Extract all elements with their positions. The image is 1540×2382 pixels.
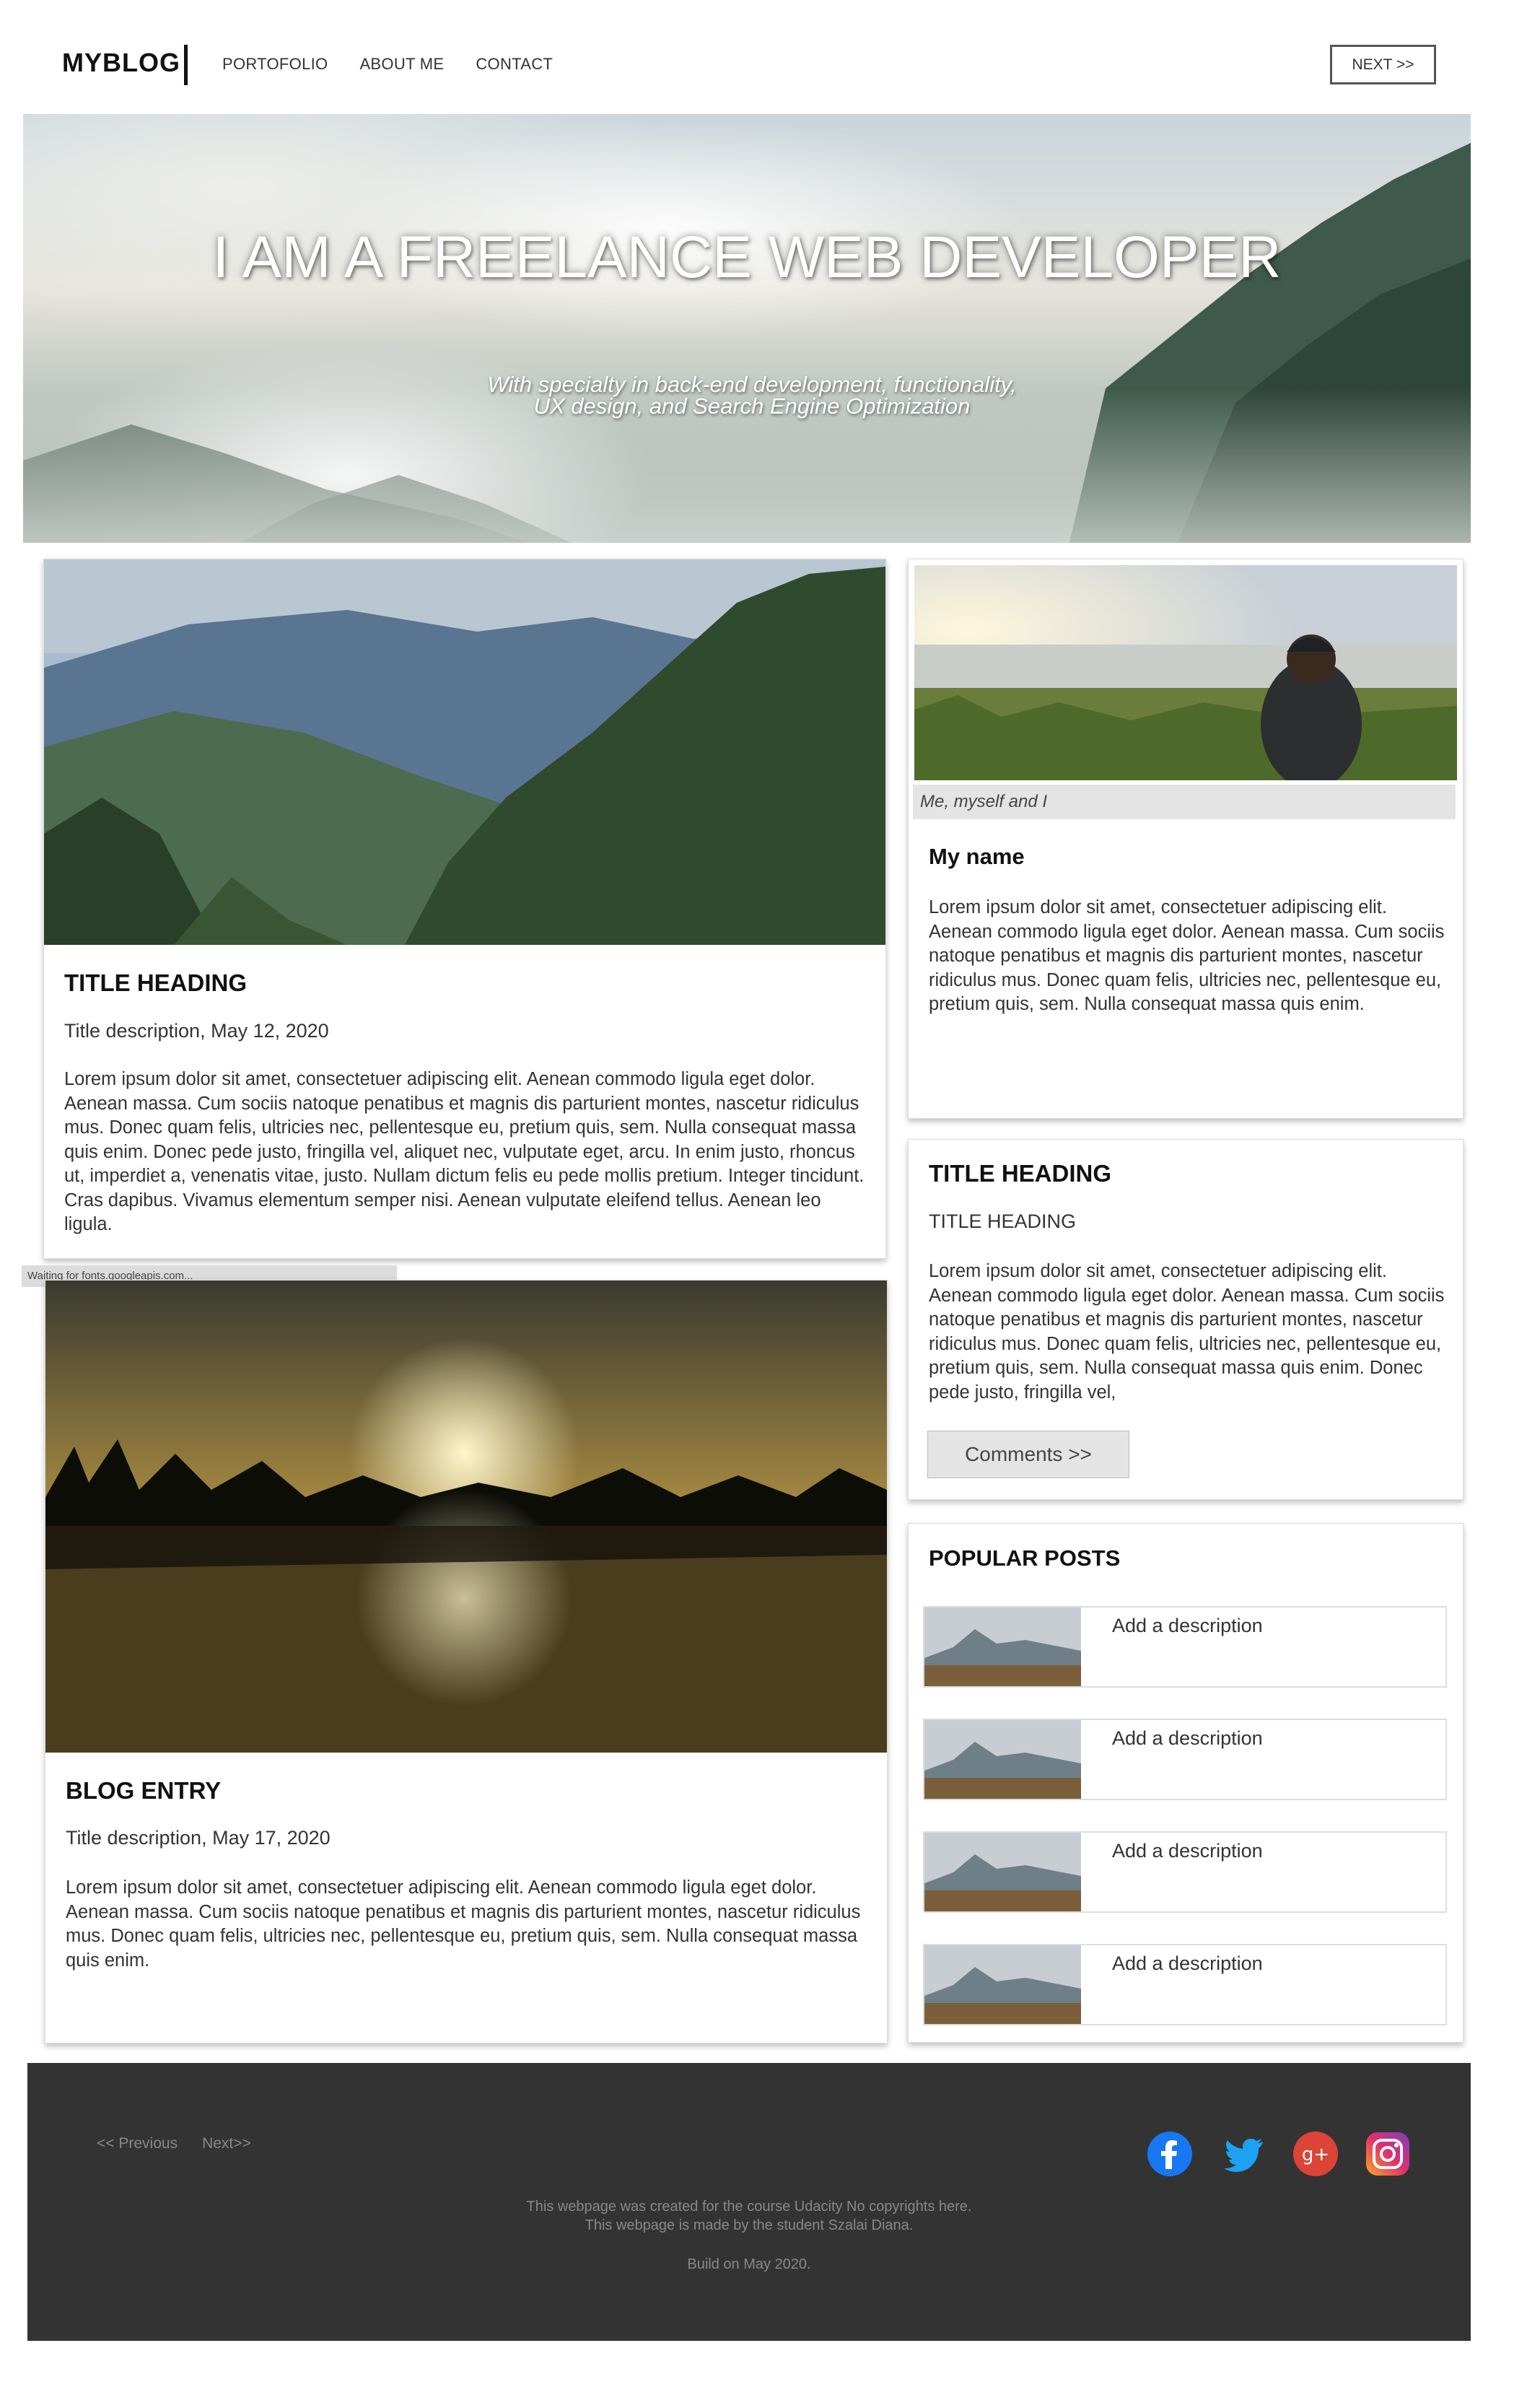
popular-post-item[interactable]: Add a description (923, 1831, 1447, 1913)
photo-caption: Me, myself and I (913, 785, 1456, 819)
post-meta: Title description, May 12, 2020 (64, 1020, 329, 1042)
popular-post-thumbnail (924, 1945, 1081, 2024)
post-title: TITLE HEADING (64, 969, 247, 996)
popular-post-description: Add a description (1112, 1840, 1263, 1862)
post-image-mountains (44, 559, 885, 945)
nav-link-about[interactable]: ABOUT ME (359, 55, 444, 74)
hero-forest-image (23, 143, 1471, 543)
popular-posts-title: POPULAR POSTS (929, 1545, 1121, 1571)
post-card-2: BLOG ENTRY Title description, May 17, 20… (45, 1280, 888, 2043)
brand-divider (184, 45, 188, 85)
twitter-icon[interactable] (1220, 2130, 1267, 2178)
footer-credit-2: This webpage is made by the student Szal… (585, 2217, 914, 2233)
popular-post-thumbnail (924, 1720, 1081, 1799)
post-card-1: TITLE HEADING Title description, May 12,… (43, 559, 886, 1259)
hero-banner: I AM A FREELANCE WEB DEVELOPER With spec… (23, 114, 1471, 543)
side-post-title: TITLE HEADING (929, 1160, 1111, 1187)
popular-post-thumbnail (924, 1607, 1081, 1686)
about-body: Lorem ipsum dolor sit amet, consectetuer… (929, 897, 1445, 1014)
google-plus-icon[interactable]: g+ (1292, 2130, 1339, 2178)
footer-pagination: << Previous Next>> (97, 2135, 251, 2152)
post-body: Lorem ipsum dolor sit amet, consectetuer… (64, 1069, 865, 1234)
nav-link-portfolio[interactable]: PORTOFOLIO (222, 55, 328, 74)
hero-title: I AM A FREELANCE WEB DEVELOPER (212, 224, 1282, 290)
popular-post-description: Add a description (1112, 1727, 1263, 1749)
footer-previous-link[interactable]: << Previous (97, 2135, 178, 2152)
nav-links: PORTOFOLIO ABOUT ME CONTACT (222, 55, 553, 74)
popular-post-item[interactable]: Add a description (923, 1606, 1447, 1688)
footer-credit-1: This webpage was created for the course … (526, 2199, 972, 2215)
popular-post-thumbnail (924, 1833, 1081, 1911)
footer-next-link[interactable]: Next>> (202, 2135, 251, 2152)
side-post-body: Lorem ipsum dolor sit amet, consectetuer… (929, 1261, 1445, 1402)
facebook-icon[interactable] (1146, 2130, 1194, 2178)
about-photo (914, 565, 1457, 780)
hero-subtitle: With specialty in back-end development, … (487, 372, 1017, 419)
side-post-subtitle: TITLE HEADING (929, 1210, 1077, 1232)
svg-text:g+: g+ (1302, 2144, 1329, 2165)
brand-logo[interactable]: MYBLOG (62, 48, 180, 78)
comments-button[interactable]: Comments >> (927, 1431, 1129, 1478)
post-meta: Title description, May 17, 2020 (66, 1827, 331, 1849)
post-image-sunset-lake (45, 1281, 887, 1753)
footer: << Previous Next>> g+ This webpage was c… (27, 2063, 1471, 2341)
popular-post-description: Add a description (1112, 1615, 1263, 1636)
nav-link-contact[interactable]: CONTACT (476, 55, 553, 74)
about-name: My name (929, 844, 1025, 869)
popular-post-item[interactable]: Add a description (923, 1719, 1447, 1800)
popular-post-item[interactable]: Add a description (923, 1944, 1447, 2025)
popular-post-description: Add a description (1112, 1953, 1263, 1974)
footer-build-date: Build on May 2020. (687, 2256, 811, 2272)
post-body: Lorem ipsum dolor sit amet, consectetuer… (66, 1877, 861, 1971)
next-button[interactable]: NEXT >> (1330, 45, 1436, 84)
post-title: BLOG ENTRY (66, 1777, 222, 1804)
about-card: My name Lorem ipsum dolor sit amet, cons… (908, 559, 1464, 1119)
top-navbar: MYBLOG PORTOFOLIO ABOUT ME CONTACT NEXT … (0, 0, 1540, 115)
instagram-icon[interactable] (1364, 2130, 1412, 2178)
